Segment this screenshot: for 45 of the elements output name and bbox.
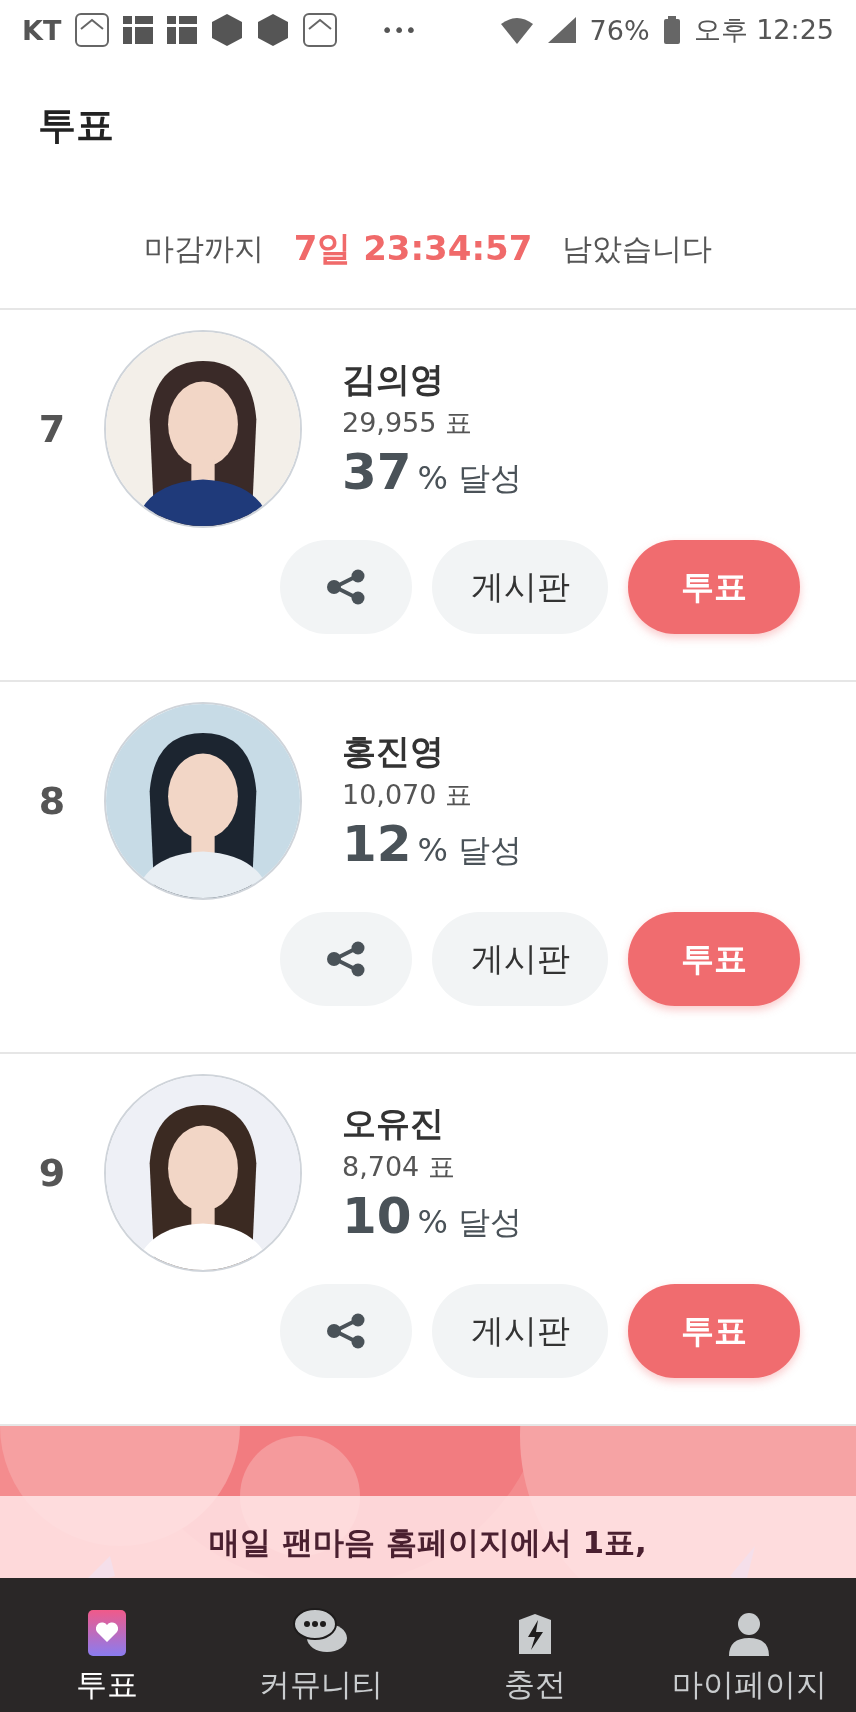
- candidate-name: 오유진: [342, 1102, 445, 1145]
- hexagon-icon: [257, 13, 290, 47]
- candidate-name: 홍진영: [342, 730, 445, 773]
- percent-value: 37: [342, 443, 412, 501]
- share-icon: [326, 1313, 366, 1349]
- grid-icon: [123, 16, 154, 44]
- banner-text: 매일 팬마음 홈페이지에서 1표,: [209, 1523, 647, 1562]
- battery-percent: 76%: [589, 14, 650, 46]
- nav-tab[interactable]: 커뮤니티: [214, 1578, 428, 1712]
- countdown-suffix: 남았습니다: [562, 229, 713, 268]
- board-button[interactable]: 게시판: [432, 912, 608, 1006]
- percent-unit: %: [417, 459, 448, 497]
- vote-count: 29,955 표: [342, 406, 474, 440]
- countdown-label: 마감까지: [143, 229, 264, 268]
- nav-tab[interactable]: 충전: [428, 1578, 642, 1712]
- percent-value: 10: [342, 1187, 412, 1245]
- percent-value: 12: [342, 815, 412, 873]
- share-icon: [326, 941, 366, 977]
- carrier-name: KT: [22, 14, 62, 46]
- rank-number: 9: [37, 1151, 67, 1195]
- percent-unit: %: [417, 1203, 448, 1241]
- more-notifications: •••: [381, 18, 417, 42]
- vote-count: 10,070 표: [342, 778, 474, 812]
- vote-count: 8,704 표: [342, 1150, 456, 1184]
- board-button[interactable]: 게시판: [432, 1284, 608, 1378]
- signal-icon: [547, 17, 576, 43]
- person-icon: [728, 1612, 770, 1656]
- achieved-label: 달성: [458, 1202, 522, 1243]
- board-button[interactable]: 게시판: [432, 540, 608, 634]
- wifi-icon: [499, 16, 534, 44]
- battery-icon: [663, 16, 680, 44]
- achieved-label: 달성: [458, 830, 522, 871]
- nav-tab[interactable]: 마이페이지: [642, 1578, 856, 1712]
- rank-number: 8: [37, 779, 67, 823]
- rank-number: 7: [37, 407, 67, 451]
- percent-unit: %: [417, 831, 448, 869]
- page-title: 투표: [38, 101, 114, 149]
- countdown-time: 7일 23:34:57: [293, 227, 533, 270]
- nav-tab[interactable]: 투표: [0, 1578, 214, 1712]
- clock: 오후 12:25: [693, 13, 834, 47]
- grid-icon: [167, 16, 198, 44]
- hexagon-icon: [211, 13, 244, 47]
- achieved-label: 달성: [458, 458, 522, 499]
- share-icon: [326, 569, 366, 605]
- candidate-name: 김의영: [342, 358, 445, 401]
